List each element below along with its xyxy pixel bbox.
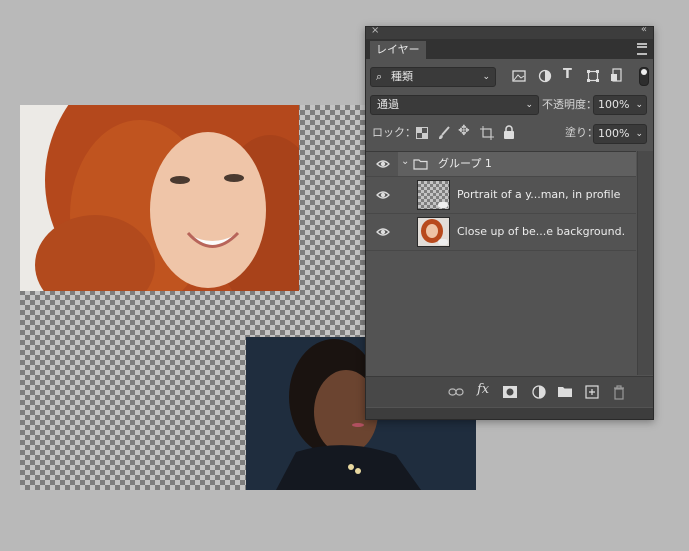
layer-row-group[interactable]: ⌄ グループ 1 <box>366 152 636 177</box>
lock-paint-icon[interactable] <box>437 126 451 140</box>
smart-object-filter-icon[interactable] <box>610 68 624 83</box>
layer-thumbnail <box>417 217 450 247</box>
collapse-icon[interactable]: « <box>641 24 647 35</box>
tab-layers[interactable]: レイヤー <box>370 41 426 59</box>
tab-row: レイヤー <box>366 39 653 59</box>
adjustment-icon[interactable] <box>531 384 547 400</box>
blend-mode-select[interactable]: 通過 ⌄ <box>370 95 539 115</box>
layer-thumbnail <box>417 180 450 210</box>
visibility-eye-icon[interactable] <box>376 188 390 202</box>
lock-all-icon[interactable] <box>503 125 515 139</box>
lock-move-icon[interactable]: ✥ <box>458 123 470 139</box>
image-filter-icon[interactable] <box>512 70 526 82</box>
layer-name: Portrait of a y...man, in profile <box>457 188 621 201</box>
mask-icon[interactable] <box>502 384 518 400</box>
filter-label: 種類 <box>391 70 413 83</box>
lock-artboard-icon[interactable] <box>480 126 494 140</box>
photo-red-hair-woman <box>20 105 299 291</box>
panel-menu-icon[interactable] <box>637 43 647 55</box>
filter-toggle[interactable] <box>639 67 649 86</box>
type-filter-icon[interactable]: T <box>563 67 572 82</box>
search-icon: ⌕ <box>376 70 383 83</box>
layer-name: Close up of be...e background. <box>457 225 626 238</box>
layer-row[interactable]: Portrait of a y...man, in profile <box>366 177 636 214</box>
layer-row[interactable]: Close up of be...e background. <box>366 214 636 251</box>
fill-value: 100% <box>598 127 630 140</box>
shape-filter-icon[interactable] <box>586 69 600 83</box>
opacity-value: 100% <box>598 98 630 111</box>
blend-mode-value: 通過 <box>377 98 399 111</box>
chevron-down-icon[interactable]: ⌄ <box>635 96 643 114</box>
layer-list-scrollbar[interactable] <box>637 151 653 375</box>
smart-object-badge-icon <box>438 202 448 208</box>
chevron-down-icon[interactable]: ⌄ <box>401 156 409 167</box>
layer-name: グループ 1 <box>438 157 492 170</box>
fill-field[interactable]: 100% ⌄ <box>593 124 647 144</box>
lock-transparent-icon[interactable] <box>416 127 428 139</box>
folder-icon[interactable] <box>557 384 573 400</box>
layers-panel: × « レイヤー ⌕ 種類 ⌄ T 通過 ⌄ 不透明度： 100% ⌄ ロック：… <box>365 24 654 420</box>
panel-titlebar[interactable]: × « <box>366 24 653 39</box>
lock-label: ロック： <box>372 126 416 139</box>
trash-icon[interactable] <box>611 384 627 400</box>
link-icon[interactable] <box>448 384 464 400</box>
panel-footer: fx <box>366 376 653 407</box>
close-icon[interactable]: × <box>371 25 379 36</box>
filter-select[interactable]: ⌕ 種類 ⌄ <box>370 67 496 87</box>
chevron-down-icon: ⌄ <box>525 100 533 110</box>
panel-bottom-strip <box>366 408 653 419</box>
layer-list: ⌄ グループ 1 Portrait of a y...man, in profi… <box>366 151 636 376</box>
visibility-eye-icon[interactable] <box>376 225 390 239</box>
new-layer-icon[interactable] <box>584 384 600 400</box>
chevron-down-icon[interactable]: ⌄ <box>635 125 643 143</box>
opacity-field[interactable]: 100% ⌄ <box>593 95 647 115</box>
smart-object-badge-icon <box>438 239 448 245</box>
opacity-label: 不透明度： <box>542 98 597 111</box>
chevron-down-icon: ⌄ <box>482 72 490 82</box>
fx-icon[interactable]: fx <box>477 382 489 397</box>
adjustment-filter-icon[interactable] <box>538 69 552 83</box>
group-row-highlight <box>398 152 636 176</box>
folder-icon <box>413 159 428 170</box>
visibility-eye-icon[interactable] <box>376 157 390 171</box>
